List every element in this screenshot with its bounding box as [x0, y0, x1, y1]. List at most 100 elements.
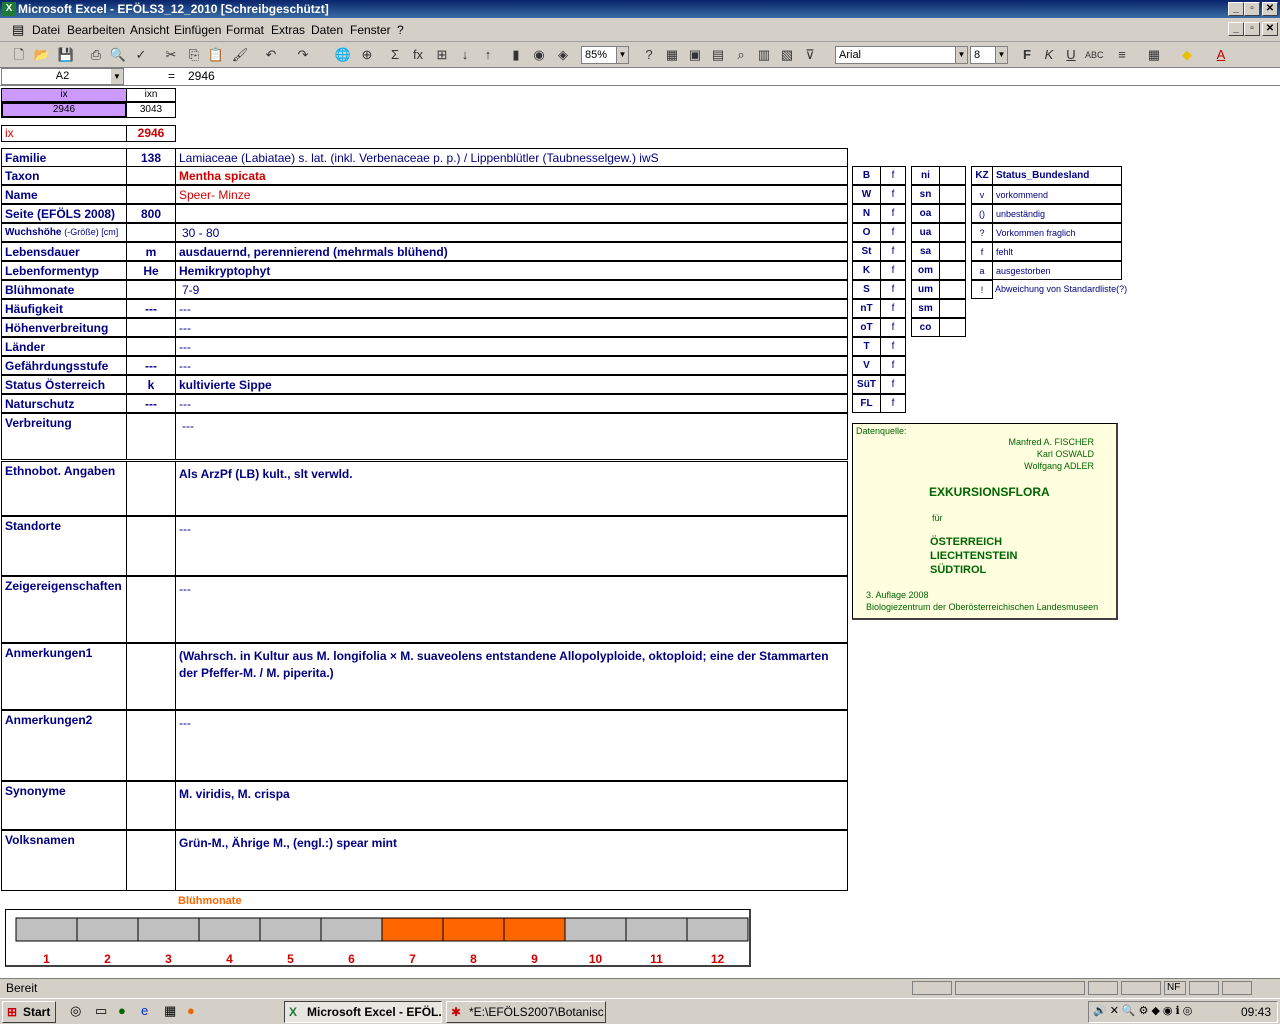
chevron-down-icon[interactable]: ▼	[616, 47, 628, 63]
region2-status-0[interactable]	[939, 166, 966, 185]
tray-icons[interactable]: 🔊✕🔍⚙◆◉ℹ◎	[1093, 1004, 1195, 1017]
region-status-9[interactable]: f	[880, 337, 906, 356]
open-icon[interactable]: 📂	[33, 46, 51, 64]
bigrow-code-4[interactable]	[126, 643, 176, 710]
chevron-down-icon[interactable]: ▼	[111, 69, 123, 84]
quicklaunch-icon-4[interactable]: ▦	[164, 1003, 176, 1019]
row-code-13[interactable]: ---	[126, 394, 176, 413]
taskbar-explorer[interactable]: ✱ *E:\EFÖLS2007\Botanisc...	[446, 1001, 606, 1023]
region-status-6[interactable]: f	[880, 280, 906, 299]
row-value-2[interactable]: Speer- Minze	[175, 185, 848, 204]
restore-button[interactable]: ▫	[1244, 2, 1260, 16]
region-status-7[interactable]: f	[880, 299, 906, 318]
web-icon[interactable]: ⊕	[358, 46, 376, 64]
autosum-icon[interactable]: Σ	[386, 46, 404, 64]
fill-color-icon[interactable]: ◆	[1178, 46, 1196, 64]
minimize-button[interactable]: _	[1228, 2, 1244, 16]
row-code-1[interactable]	[126, 166, 176, 185]
format-painter-icon[interactable]: 🖌	[231, 46, 249, 64]
bigrow-value-1[interactable]: Als ArzPf (LB) kult., slt verwld.	[175, 461, 848, 516]
bigrow-code-1[interactable]	[126, 461, 176, 516]
row-value-4[interactable]: 30 - 80	[175, 223, 848, 242]
doc-minimize-button[interactable]: _	[1228, 22, 1244, 36]
bigrow-code-3[interactable]	[126, 576, 176, 643]
ix-big-value[interactable]: 2946	[126, 125, 176, 142]
name-box[interactable]: A2 ▼	[1, 68, 124, 85]
row-code-10[interactable]	[126, 337, 176, 356]
align-icon[interactable]: ≡	[1113, 46, 1131, 64]
ie-icon[interactable]: e	[141, 1003, 148, 1018]
region2-status-2[interactable]	[939, 204, 966, 223]
start-button[interactable]: ⊞ Start	[2, 1001, 56, 1023]
row-value-10[interactable]: ---	[175, 337, 848, 356]
strike-icon[interactable]: ABC	[1085, 46, 1104, 64]
ixn-value-cell[interactable]: 3043	[126, 102, 176, 118]
region-status-5[interactable]: f	[880, 261, 906, 280]
menu-fenster[interactable]: Fenster	[350, 23, 391, 37]
new-icon[interactable]: 🗋	[10, 46, 28, 64]
menu-ansicht[interactable]: Ansicht	[130, 23, 169, 37]
bigrow-value-7[interactable]: Grün-M., Ährige M., (engl.:) spear mint	[175, 830, 848, 891]
redo-icon[interactable]: ↷	[294, 46, 312, 64]
row-code-2[interactable]	[126, 185, 176, 204]
row-code-8[interactable]: ---	[126, 299, 176, 318]
row-value-6[interactable]: Hemikryptophyt	[175, 261, 848, 280]
form-icon[interactable]: ▧	[778, 46, 796, 64]
region-status-10[interactable]: f	[880, 356, 906, 375]
hyperlink-icon[interactable]: 🌐	[334, 46, 352, 64]
region-status-3[interactable]: f	[880, 223, 906, 242]
bigrow-value-3[interactable]: ---	[175, 576, 848, 643]
row-value-3[interactable]	[175, 204, 848, 223]
bigrow-value-4[interactable]: (Wahrsch. in Kultur aus M. longifolia × …	[175, 643, 848, 710]
doc-close-button[interactable]: ✕	[1262, 22, 1278, 36]
row-code-0[interactable]: 138	[126, 148, 176, 167]
quicklaunch-icon-1[interactable]: ◎	[70, 1003, 81, 1019]
underline-icon[interactable]: U	[1062, 46, 1080, 64]
chart-icon[interactable]: ▮	[507, 46, 525, 64]
region-status-12[interactable]: f	[880, 394, 906, 413]
menu-bearbeiten[interactable]: Bearbeiten	[67, 23, 125, 37]
row-code-6[interactable]: He	[126, 261, 176, 280]
region2-status-5[interactable]	[939, 261, 966, 280]
menu-datei[interactable]: Datei	[32, 23, 60, 37]
doc-restore-button[interactable]: ▫	[1244, 22, 1260, 36]
map-icon[interactable]: ◉	[530, 46, 548, 64]
tool-icon-a[interactable]: ▦	[663, 46, 681, 64]
quicklaunch-icon-2[interactable]: ▭	[95, 1003, 107, 1019]
region2-status-7[interactable]	[939, 299, 966, 318]
region-status-0[interactable]: f	[880, 166, 906, 185]
row-code-12[interactable]: k	[126, 375, 176, 394]
bigrow-code-5[interactable]	[126, 710, 176, 781]
undo-icon[interactable]: ↶	[262, 46, 280, 64]
menu-daten[interactable]: Daten	[311, 23, 343, 37]
menu-format[interactable]: Format	[226, 23, 264, 37]
bigrow-code-2[interactable]	[126, 516, 176, 576]
drawing-icon[interactable]: ◈	[554, 46, 572, 64]
bigrow-code-7[interactable]	[126, 830, 176, 891]
region-status-11[interactable]: f	[880, 375, 906, 394]
bigrow-code-6[interactable]	[126, 781, 176, 830]
menu-einfuegen[interactable]: Einfügen	[174, 23, 221, 37]
sort-asc-icon[interactable]: ↓	[456, 46, 474, 64]
row-value-7[interactable]: 7-9	[175, 280, 848, 299]
row-code-5[interactable]: m	[126, 242, 176, 261]
bigrow-value-5[interactable]: ---	[175, 710, 848, 781]
copy-icon[interactable]: ⎘	[185, 46, 203, 64]
tool-icon-c[interactable]: ▤	[709, 46, 727, 64]
row-value-8[interactable]: ---	[175, 299, 848, 318]
spelling-icon[interactable]: ✓	[132, 46, 150, 64]
region2-status-4[interactable]	[939, 242, 966, 261]
save-icon[interactable]: 💾	[57, 46, 75, 64]
region2-status-3[interactable]	[939, 223, 966, 242]
row-value-1[interactable]: Mentha spicata	[175, 166, 848, 185]
chevron-down-icon[interactable]: ▼	[995, 47, 1007, 63]
taskbar-excel[interactable]: X Microsoft Excel - EFÖL...	[284, 1001, 442, 1023]
font-select[interactable]: Arial ▼	[835, 46, 968, 64]
row-value-13[interactable]: ---	[175, 394, 848, 413]
region2-status-1[interactable]	[939, 185, 966, 204]
size-select[interactable]: 8 ▼	[970, 46, 1008, 64]
filter-icon[interactable]: ⊽	[801, 46, 819, 64]
row-code-4[interactable]	[126, 223, 176, 242]
row-value-5[interactable]: ausdauernd, perennierend (mehrmals blühe…	[175, 242, 848, 261]
region-status-8[interactable]: f	[880, 318, 906, 337]
